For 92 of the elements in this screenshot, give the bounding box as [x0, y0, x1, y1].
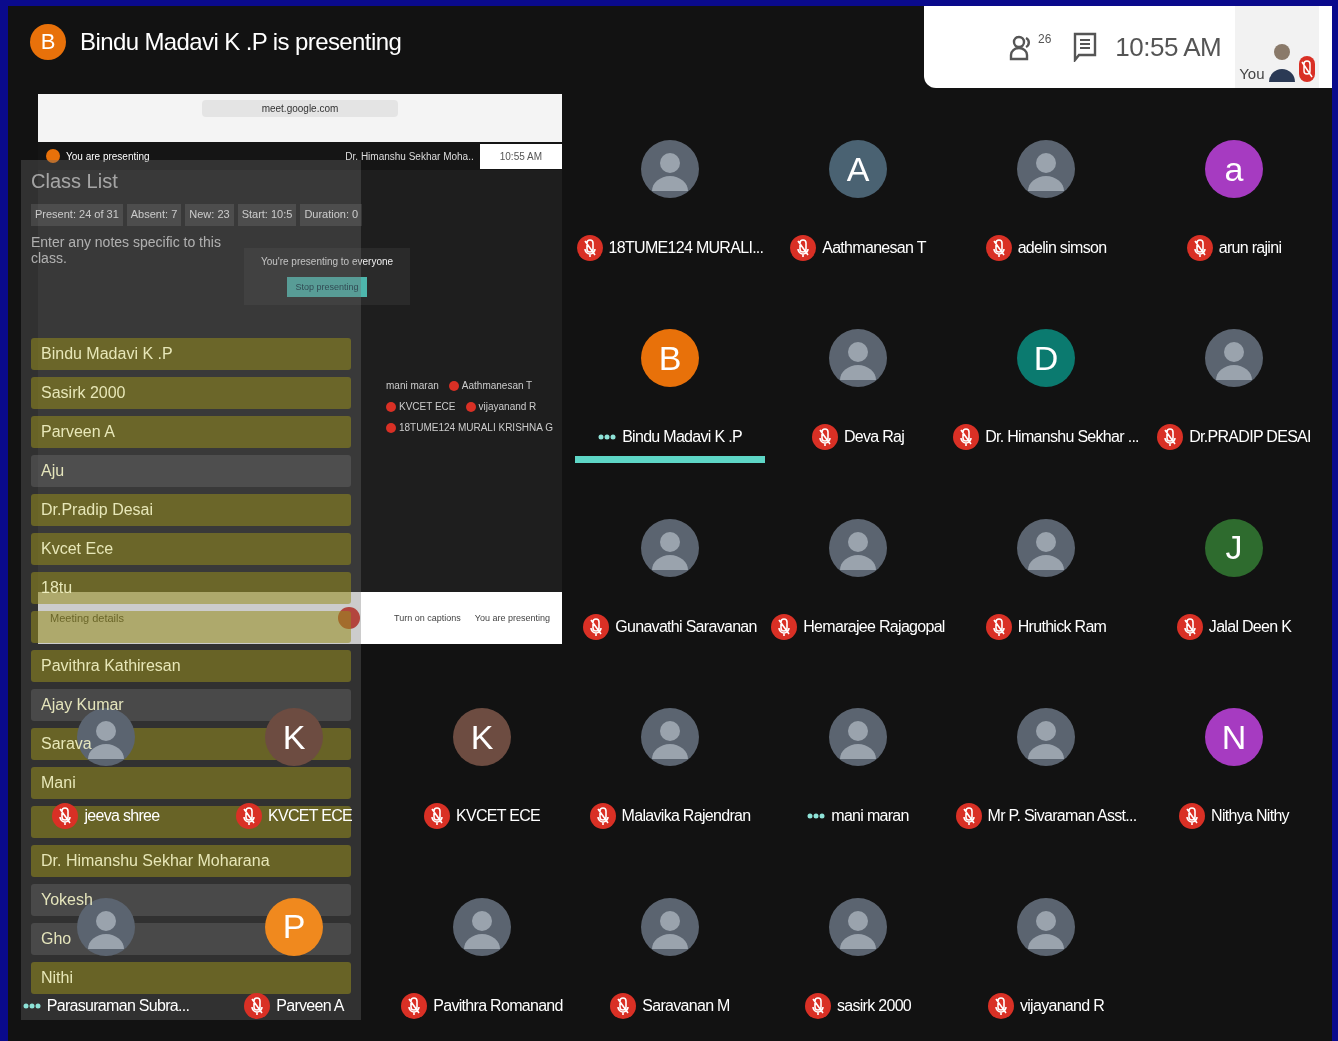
- stat-chip: Absent: 7: [126, 204, 182, 226]
- stat-chip: Start: 10:5: [237, 204, 297, 226]
- attendance-name[interactable]: Nithi: [41, 969, 73, 987]
- participant-name: Aathmanesan T: [461, 380, 533, 391]
- photo-placeholder: [641, 897, 699, 956]
- photo-placeholder: [1017, 140, 1075, 198]
- stat-chip: Duration: 0: [300, 204, 363, 226]
- participant-name: Dr.PRADIP DESAI: [1189, 428, 1311, 447]
- participant-name: KVCET ECE: [399, 401, 456, 412]
- participants-button[interactable]: 26: [1004, 28, 1056, 66]
- stat-chip: New: 23: [185, 204, 234, 226]
- participant-name: sasirk 2000: [836, 996, 912, 1015]
- participant-name: Nithya Nithy: [1211, 807, 1289, 826]
- participant-name: vijayanand R: [1019, 996, 1105, 1015]
- letter-avatar: K: [265, 708, 323, 767]
- photo-placeholder: [829, 518, 887, 577]
- presenter-avatar-icon: [46, 149, 60, 163]
- presenting-label: You are presenting: [66, 150, 151, 162]
- participant-name: Gunavathi Saravanan: [615, 617, 757, 636]
- presenter-name: Dr. Himanshu Sekhar Moha..: [345, 150, 474, 162]
- attendance-name[interactable]: Kvcet Ece: [41, 540, 114, 558]
- photo-placeholder: [1205, 329, 1263, 388]
- participant-name: Deva Raj: [843, 428, 905, 447]
- photo-placeholder: [641, 708, 699, 767]
- photo-placeholder: [641, 140, 699, 198]
- letter-avatar: A: [829, 140, 887, 198]
- presenter-avatar: B: [30, 24, 66, 60]
- meeting-details-link[interactable]: Meeting details: [50, 612, 124, 625]
- photo-placeholder: [1017, 897, 1075, 956]
- attendance-name[interactable]: Dr.Pradip Desai: [41, 501, 154, 519]
- letter-avatar: B: [641, 329, 699, 388]
- attendance-name[interactable]: Mani: [41, 774, 76, 792]
- attendance-name[interactable]: Gho: [41, 930, 72, 948]
- participant-name: adelin simson: [1017, 239, 1107, 257]
- photo-placeholder: [829, 897, 887, 956]
- presenting-button[interactable]: You are presenting: [474, 613, 550, 624]
- attendance-name[interactable]: Yokesh: [41, 891, 93, 909]
- stat-chip: Present: 24 of 31: [31, 204, 123, 226]
- letter-avatar: J: [1205, 518, 1263, 577]
- class-list-dropdown[interactable]: Class List: [31, 170, 351, 196]
- photo-placeholder: [1017, 708, 1075, 767]
- participant-name: jeeva shree: [84, 807, 160, 826]
- letter-avatar: D: [1017, 329, 1075, 388]
- chat-icon: [1073, 32, 1098, 62]
- participant-name: 18TUME124 MURALI KRISHNA G: [399, 422, 553, 433]
- attendance-name[interactable]: Sarava: [41, 735, 92, 753]
- participant-name: Parasuraman Subra...: [46, 996, 190, 1015]
- notice-text: You're presenting to everyone: [260, 256, 394, 267]
- letter-avatar: N: [1205, 708, 1263, 767]
- participant-name: mani maran: [386, 380, 439, 391]
- photo-placeholder: [453, 897, 511, 956]
- participant-name: 18TUME124 MURALI...: [608, 239, 764, 257]
- participant-name: Jalal Deen K: [1208, 617, 1292, 636]
- participant-name: Hemarajee Rajagopal: [803, 617, 945, 636]
- photo-placeholder: [829, 329, 887, 388]
- attendance-name[interactable]: Bindu Madavi K .P: [41, 345, 173, 363]
- participant-name: Bindu Madavi K .P: [622, 428, 742, 447]
- attendance-name[interactable]: Sasirk 2000: [41, 384, 126, 402]
- participant-name: KVCET ECE: [455, 807, 541, 826]
- letter-avatar: P: [265, 897, 323, 956]
- attendance-name[interactable]: 18tu: [41, 579, 73, 597]
- participant-name: arun rajini: [1218, 239, 1282, 257]
- end-call-icon[interactable]: [338, 607, 360, 630]
- attendance-name[interactable]: Parveen A: [41, 423, 115, 441]
- address-bar[interactable]: meet.google.com: [201, 100, 399, 117]
- photo-placeholder: [641, 518, 699, 577]
- attendance-name[interactable]: Aju: [41, 462, 65, 480]
- participant-name: KVCET ECE: [267, 807, 353, 826]
- clock-time: 10:55 AM: [1115, 31, 1222, 63]
- self-label: You: [1239, 65, 1265, 82]
- captions-button[interactable]: Turn on captions: [394, 613, 461, 624]
- photo-placeholder: [829, 708, 887, 767]
- participant-name: Saravanan M: [642, 996, 730, 1015]
- notes-field[interactable]: Enter any notes specific to this class.: [31, 234, 221, 330]
- letter-avatar: K: [453, 708, 511, 767]
- participant-name: Pavithra Romanand: [433, 996, 563, 1015]
- participant-name: mani maran: [831, 807, 909, 826]
- participant-name: Hruthick Ram: [1017, 617, 1107, 636]
- attendance-name[interactable]: Pavithra Kathiresan: [41, 657, 181, 675]
- letter-avatar: a: [1205, 140, 1263, 198]
- attendance-name[interactable]: Dr. Himanshu Sekhar Moharana: [41, 852, 270, 870]
- photo-placeholder: [1017, 518, 1075, 577]
- participant-name: Parveen A: [276, 996, 344, 1015]
- attendance-name[interactable]: Ajay Kumar: [41, 696, 124, 714]
- participant-name: vijayanand R: [478, 401, 537, 412]
- clock-time: 10:55 AM: [479, 143, 562, 169]
- participant-name: Malavika Rajendran: [621, 807, 751, 826]
- stop-presenting-button[interactable]: Stop presenting: [287, 277, 367, 297]
- participant-name: Aathmanesan T: [822, 239, 926, 257]
- participant-name: Dr. Himanshu Sekhar ...: [985, 428, 1139, 447]
- participant-name: Mr P. Sivaraman Asst...: [987, 807, 1137, 826]
- presenting-title: Bindu Madavi K .P is presenting: [80, 28, 402, 56]
